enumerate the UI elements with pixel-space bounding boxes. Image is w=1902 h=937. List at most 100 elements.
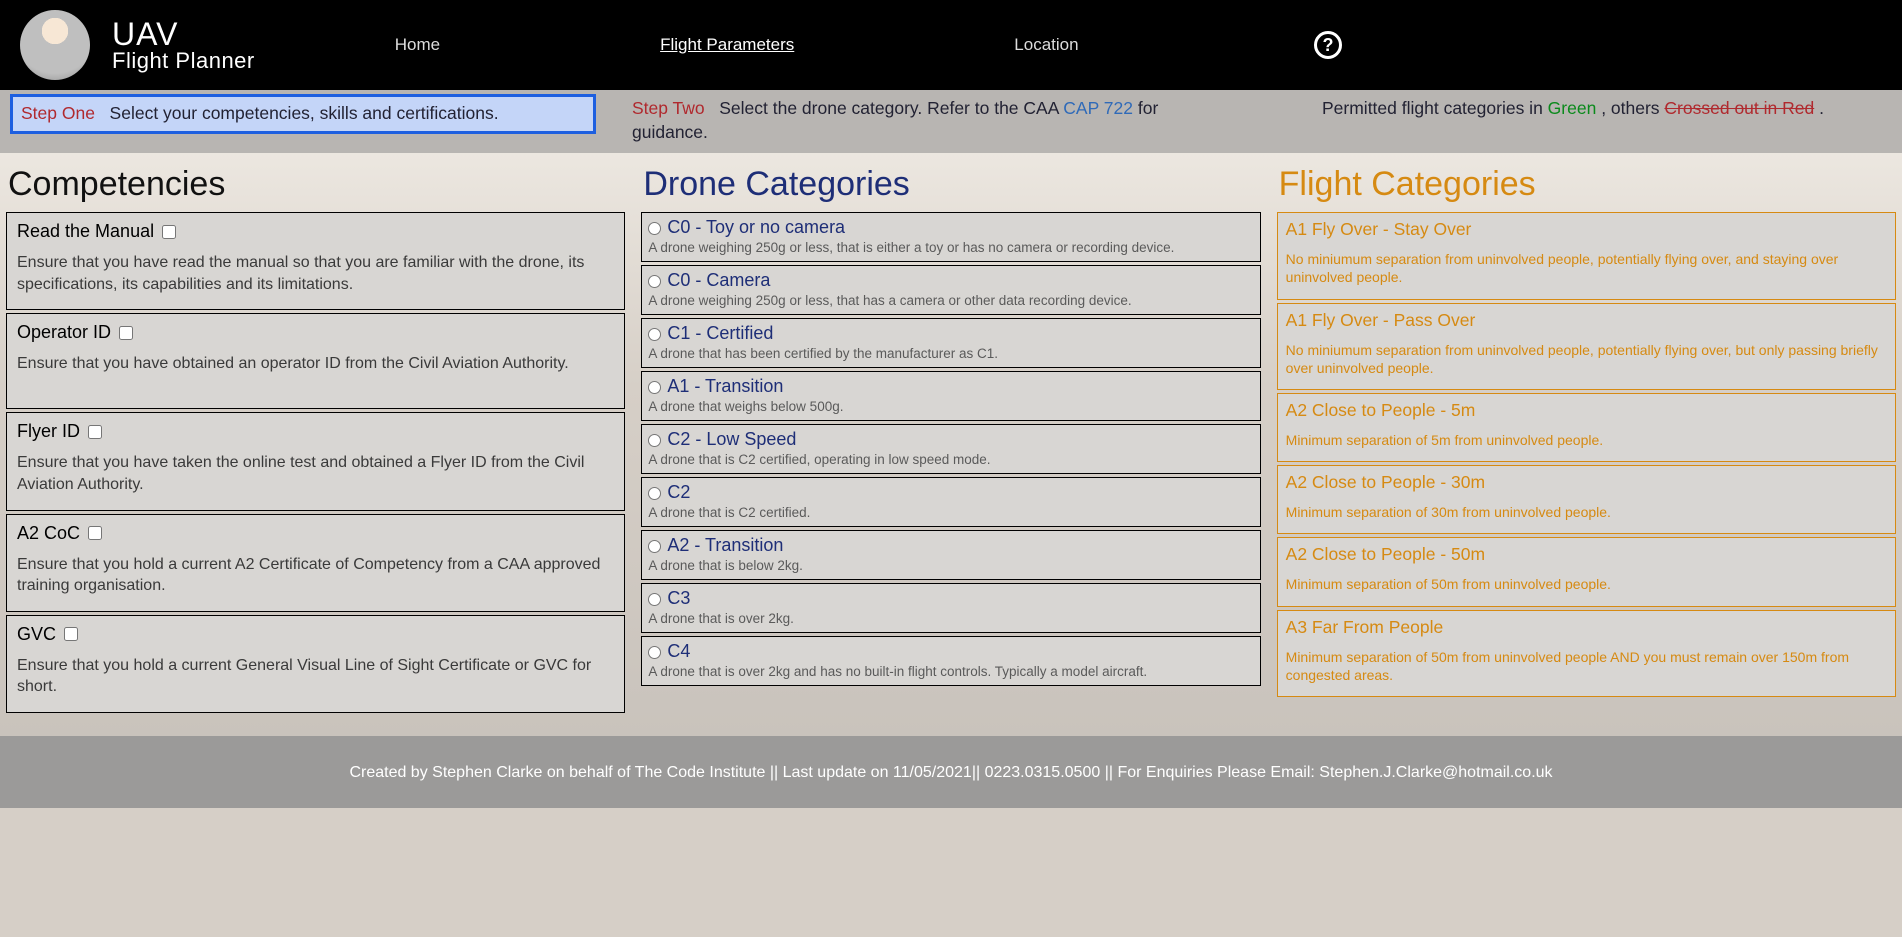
step-three-redstrike: Crossed out in Red [1664, 98, 1814, 118]
competency-desc: Ensure that you have read the manual so … [17, 252, 614, 295]
competency-label: A2 CoC [17, 523, 80, 544]
competency-label: GVC [17, 624, 56, 645]
drone-item: C3 A drone that is over 2kg. [641, 583, 1260, 633]
step-one-text: Select your competencies, skills and cer… [110, 103, 499, 123]
step-two-label: Step Two [632, 98, 705, 118]
drone-label: C2 - Low Speed [667, 429, 796, 450]
flightcat-item: A1 Fly Over - Stay Over No miniumum sepa… [1277, 212, 1896, 299]
step-one: Step One Select your competencies, skill… [10, 94, 596, 134]
step-two: Step Two Select the drone category. Refe… [626, 94, 1202, 147]
nav-flight-parameters[interactable]: Flight Parameters [660, 35, 794, 55]
drone-item: C0 - Camera A drone weighing 250g or les… [641, 265, 1260, 315]
flightcat-item: A1 Fly Over - Pass Over No miniumum sepa… [1277, 303, 1896, 390]
competency-item: A2 CoC Ensure that you hold a current A2… [6, 514, 625, 612]
flightcat-desc: Minimum separation of 50m from uninvolve… [1286, 575, 1887, 593]
flightcat-label: A1 Fly Over - Pass Over [1286, 310, 1887, 331]
drone-desc: A drone that weighs below 500g. [648, 399, 1253, 414]
avatar [20, 10, 90, 80]
flightcat-label: A1 Fly Over - Stay Over [1286, 219, 1887, 240]
flightcat-desc: No miniumum separation from uninvolved p… [1286, 341, 1887, 377]
drone-desc: A drone that is below 2kg. [648, 558, 1253, 573]
competency-item: Operator ID Ensure that you have obtaine… [6, 313, 625, 409]
competency-label: Operator ID [17, 322, 111, 343]
drone-item: C1 - Certified A drone that has been cer… [641, 318, 1260, 368]
step-three-post: . [1819, 98, 1824, 118]
drone-desc: A drone weighing 250g or less, that is e… [648, 240, 1253, 255]
flightcat-desc: Minimum separation of 30m from uninvolve… [1286, 503, 1887, 521]
drone-radio-c0-toy[interactable] [648, 222, 661, 235]
step-one-label: Step One [21, 103, 95, 123]
drone-radio-a2-transition[interactable] [648, 540, 661, 553]
competency-desc: Ensure that you have taken the online te… [17, 452, 614, 495]
competency-label: Flyer ID [17, 421, 80, 442]
drone-item: C2 - Low Speed A drone that is C2 certif… [641, 424, 1260, 474]
help-icon[interactable]: ? [1314, 31, 1342, 59]
drone-desc: A drone that is C2 certified. [648, 505, 1253, 520]
drone-label: C4 [667, 641, 690, 662]
flightcat-item: A2 Close to People - 30m Minimum separat… [1277, 465, 1896, 534]
nav-links: Home Flight Parameters Location ? [395, 31, 1882, 59]
flightcat-desc: No miniumum separation from uninvolved p… [1286, 250, 1887, 286]
step-three-mid: , others [1601, 98, 1664, 118]
cap-722-link[interactable]: CAP 722 [1063, 98, 1133, 118]
drone-radio-c2-lowspeed[interactable] [648, 434, 661, 447]
drone-label: C1 - Certified [667, 323, 773, 344]
drone-radio-c3[interactable] [648, 593, 661, 606]
drone-label: A1 - Transition [667, 376, 783, 397]
flightcat-desc: Minimum separation of 5m from uninvolved… [1286, 431, 1887, 449]
drone-desc: A drone that is over 2kg and has no buil… [648, 664, 1253, 679]
drone-item: C0 - Toy or no camera A drone weighing 2… [641, 212, 1260, 262]
step-three-pre: Permitted flight categories in [1322, 98, 1548, 118]
drone-label: C0 - Camera [667, 270, 770, 291]
step-three: Permitted flight categories in Green , o… [1232, 94, 1892, 124]
drone-label: C2 [667, 482, 690, 503]
drone-radio-c1[interactable] [648, 328, 661, 341]
brand-subtitle: Flight Planner [112, 49, 255, 73]
steps-strip: Step One Select your competencies, skill… [0, 90, 1902, 153]
drone-item: C4 A drone that is over 2kg and has no b… [641, 636, 1260, 686]
flightcat-item: A2 Close to People - 5m Minimum separati… [1277, 393, 1896, 462]
footer-text: Created by Stephen Clarke on behalf of T… [349, 764, 1552, 781]
competency-desc: Ensure that you hold a current General V… [17, 655, 614, 698]
top-nav: UAV Flight Planner Home Flight Parameter… [0, 0, 1902, 90]
flightcats-heading: Flight Categories [1279, 165, 1896, 204]
drone-item: A1 - Transition A drone that weighs belo… [641, 371, 1260, 421]
drone-radio-c2[interactable] [648, 487, 661, 500]
competency-checkbox-flyer-id[interactable] [88, 425, 102, 439]
competency-checkbox-gvc[interactable] [64, 627, 78, 641]
competency-item: GVC Ensure that you hold a current Gener… [6, 615, 625, 713]
drone-desc: A drone weighing 250g or less, that has … [648, 293, 1253, 308]
flightcat-label: A2 Close to People - 5m [1286, 400, 1887, 421]
flightcat-desc: Minimum separation of 50m from uninvolve… [1286, 648, 1887, 684]
footer: Created by Stephen Clarke on behalf of T… [0, 736, 1902, 808]
competency-desc: Ensure that you hold a current A2 Certif… [17, 554, 614, 597]
drones-heading: Drone Categories [643, 165, 1260, 204]
competency-checkbox-a2-coc[interactable] [88, 526, 102, 540]
competency-label: Read the Manual [17, 221, 154, 242]
step-three-green: Green [1548, 98, 1597, 118]
competency-item: Flyer ID Ensure that you have taken the … [6, 412, 625, 510]
flightcats-column: Flight Categories A1 Fly Over - Stay Ove… [1277, 161, 1896, 716]
brand: UAV Flight Planner [112, 17, 255, 72]
flightcat-label: A3 Far From People [1286, 617, 1887, 638]
competency-checkbox-read-manual[interactable] [162, 225, 176, 239]
drone-radio-c4[interactable] [648, 646, 661, 659]
flightcat-item: A2 Close to People - 50m Minimum separat… [1277, 537, 1896, 606]
drone-item: C2 A drone that is C2 certified. [641, 477, 1260, 527]
nav-home[interactable]: Home [395, 35, 440, 55]
flightcat-label: A2 Close to People - 50m [1286, 544, 1887, 565]
drone-desc: A drone that is over 2kg. [648, 611, 1253, 626]
competencies-column: Competencies Read the Manual Ensure that… [6, 161, 625, 716]
competencies-heading: Competencies [8, 165, 625, 204]
drone-label: C0 - Toy or no camera [667, 217, 845, 238]
competency-item: Read the Manual Ensure that you have rea… [6, 212, 625, 310]
drone-radio-c0-camera[interactable] [648, 275, 661, 288]
main-columns: Competencies Read the Manual Ensure that… [0, 153, 1902, 736]
drone-desc: A drone that has been certified by the m… [648, 346, 1253, 361]
step-two-pre: Select the drone category. Refer to the … [719, 98, 1063, 118]
drone-radio-a1-transition[interactable] [648, 381, 661, 394]
nav-location[interactable]: Location [1014, 35, 1078, 55]
competency-checkbox-operator-id[interactable] [119, 326, 133, 340]
drone-item: A2 - Transition A drone that is below 2k… [641, 530, 1260, 580]
flightcat-label: A2 Close to People - 30m [1286, 472, 1887, 493]
